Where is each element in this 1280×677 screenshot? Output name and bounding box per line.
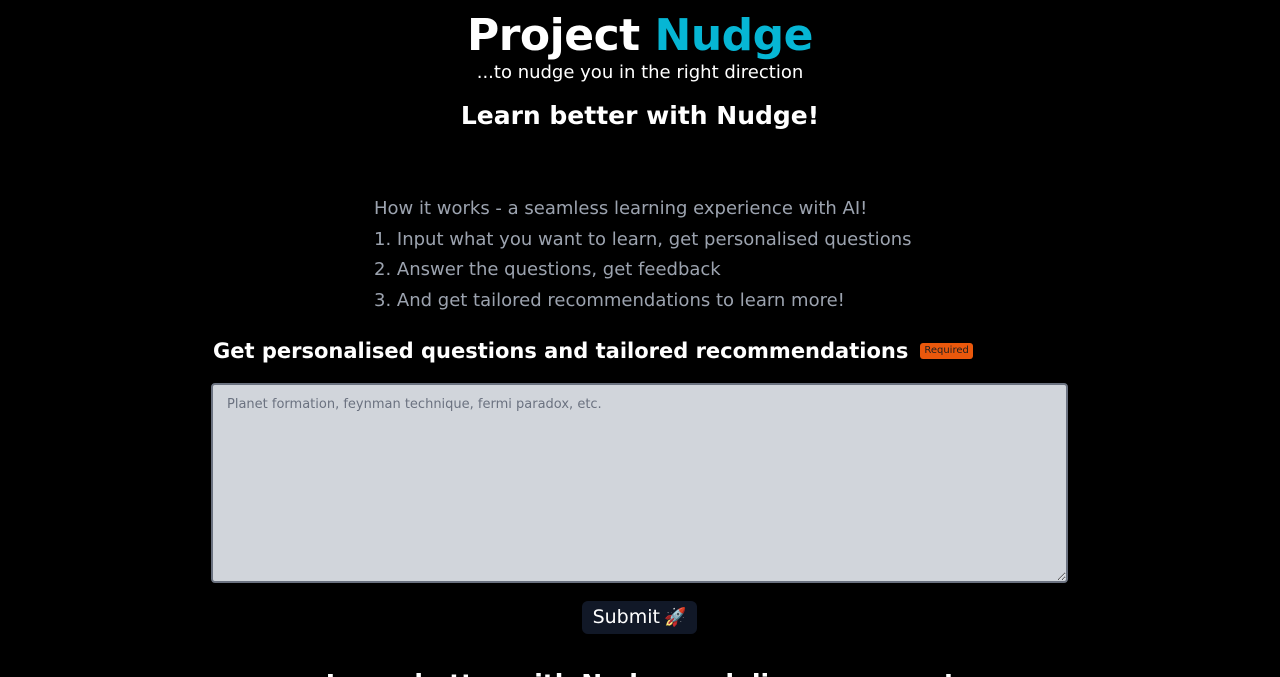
how-it-works-intro: How it works - a seamless learning exper…: [374, 198, 868, 219]
brand-title: Project Nudge: [0, 8, 1280, 64]
submit-label: Submit: [592, 606, 660, 628]
brand-title-nudge: Nudge: [654, 10, 814, 61]
subheading: Learn better with Nudge!: [460, 101, 820, 130]
how-it-works-section: How it works - a seamless learning exper…: [374, 194, 974, 316]
how-it-works-step: 3. And get tailored recommendations to l…: [374, 289, 845, 311]
tagline: ...to nudge you in the right direction: [476, 62, 804, 83]
how-it-works-step: 2. Answer the questions, get feedback: [374, 259, 721, 280]
required-badge: Required: [920, 343, 973, 359]
topic-label-row: Get personalised questions and tailored …: [213, 337, 973, 365]
brand-title-project: Project: [466, 10, 655, 61]
submit-button[interactable]: Submit 🚀: [582, 601, 697, 634]
section-heading-partial: Learn better with Nudge and discover mor…: [0, 668, 1280, 677]
topic-textarea[interactable]: [211, 383, 1068, 583]
topic-label: Get personalised questions and tailored …: [213, 339, 909, 363]
how-it-works-step: 1. Input what you want to learn, get per…: [374, 228, 912, 250]
page: Project Nudge ...to nudge you in the rig…: [0, 0, 1280, 677]
rocket-icon: 🚀: [663, 607, 687, 628]
